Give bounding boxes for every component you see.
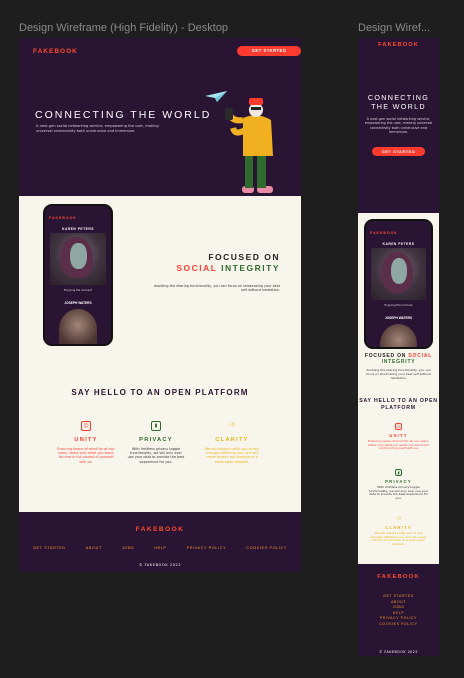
pillar-description: With limitless privacy toggle functional… <box>368 485 429 501</box>
mobile-feature-title: FOCUSED ON SOCIAL INTEGRITY <box>358 353 439 365</box>
hero-subtitle: A next-gen social networking service, em… <box>36 124 159 133</box>
footer-link-cookies-policy[interactable]: COOKIES POLICY <box>379 622 417 626</box>
profile-photo <box>371 248 426 300</box>
footer-link-privacy-policy[interactable]: PRIVACY POLICY <box>187 546 227 550</box>
footer-link-get-started[interactable]: GET STARTED <box>383 594 414 598</box>
mobile-platform-section: SAY HELLO TO AN OPEN PLATFORM ☺ UNITY En… <box>358 388 439 564</box>
footer-link-help[interactable]: HELP <box>393 611 405 615</box>
platform-section: SAY HELLO TO AN OPEN PLATFORM ☺ UNITY En… <box>19 358 301 512</box>
mobile-platform-title: SAY HELLO TO AN OPEN PLATFORM <box>359 398 438 411</box>
desktop-frame[interactable]: FAKEBOOK GET STARTED CONNECTING THE WORL… <box>19 38 301 572</box>
phone-profile-name: KAREN PETERS <box>62 227 94 231</box>
mobile-copyright: © FAKEBOOK 2022 <box>379 650 418 654</box>
feature-title-integrity: INTEGRITY <box>381 359 416 365</box>
mobile-hero-title: CONNECTING THE WORLD <box>367 93 430 111</box>
footer-link-about[interactable]: ABOUT <box>86 546 102 550</box>
lock-square-icon: ▮ <box>151 421 161 431</box>
phone-profile-name: KAREN PETERS <box>382 242 415 246</box>
hero-title: CONNECTING THE WORLD <box>35 109 212 121</box>
pillar-description: We will always notify you of any changes… <box>370 531 427 547</box>
mobile-feature-section: FAKEBOOK KAREN PETERS Enjoying the momen… <box>358 213 439 388</box>
phone-post-caption: Enjoying the moment <box>64 289 92 292</box>
feature-title-line1: FOCUSED ON <box>208 252 280 262</box>
footer-link-jobs[interactable]: JOBS <box>122 546 134 550</box>
mobile-frame[interactable]: FAKEBOOK CONNECTING THE WORLD A next-gen… <box>358 38 439 656</box>
mobile-phone-mockup: FAKEBOOK KAREN PETERS Enjoying the momen… <box>364 219 433 349</box>
pillar-privacy: ▮ PRIVACY With limitless privacy toggle … <box>127 421 185 464</box>
phone-second-profile-name: JOSEPH WATERS <box>384 316 413 320</box>
footer-link-privacy-policy[interactable]: PRIVACY POLICY <box>380 616 417 620</box>
mobile-hero-section: FAKEBOOK CONNECTING THE WORLD A next-gen… <box>358 38 439 213</box>
phone-second-profile-name: JOSEPH WATERS <box>64 301 92 305</box>
feature-section: FAKEBOOK KAREN PETERS Enjoying the momen… <box>19 196 301 358</box>
pillar-description: Ensuring peace of mind for all our users… <box>57 447 115 464</box>
desktop-frame-label[interactable]: Design Wireframe (High Fidelity) - Deskt… <box>19 22 228 34</box>
pillar-title: CLARITY <box>385 525 412 530</box>
footer-link-jobs[interactable]: JOBS <box>393 605 405 609</box>
get-started-button[interactable]: GET STARTED <box>237 46 301 56</box>
mobile-feature-description: Avoiding the sharing functionality, you … <box>366 368 431 380</box>
mobile-footer: FAKEBOOK GET STARTED ABOUT JOBS HELP PRI… <box>358 564 439 656</box>
footer: FAKEBOOK GET STARTED ABOUT JOBS HELP PRI… <box>19 512 301 572</box>
smile-square-icon: ☺ <box>81 421 91 431</box>
platform-title: SAY HELLO TO AN OPEN PLATFORM <box>71 388 249 397</box>
lock-square-icon: ▮ <box>395 469 402 476</box>
copyright: © FAKEBOOK 2022 <box>138 563 182 567</box>
mobile-pillar-unity: ☺ UNITY Ensuring peace of mind for all o… <box>368 423 429 451</box>
footer-logo[interactable]: FAKEBOOK <box>19 526 301 533</box>
second-profile-photo <box>380 324 417 347</box>
footer-link-cookies-policy[interactable]: COOKIES POLICY <box>246 546 287 550</box>
header-logo[interactable]: FAKEBOOK <box>33 48 78 55</box>
pillar-description: With limitless privacy toggle functional… <box>127 447 185 464</box>
feature-title: FOCUSED ON SOCIAL INTEGRITY <box>176 252 280 274</box>
mobile-hero-subtitle: A next-gen social networking service, em… <box>364 117 433 135</box>
pillar-title: UNITY <box>389 433 408 438</box>
pillar-description: Ensuring peace of mind for all our users… <box>368 439 430 451</box>
megaphone-icon: ◁) <box>396 515 401 520</box>
phone-app-logo: FAKEBOOK <box>49 216 77 220</box>
hero-section: FAKEBOOK GET STARTED CONNECTING THE WORL… <box>19 38 301 196</box>
pillar-title: PRIVACY <box>385 479 412 484</box>
feature-title-social: SOCIAL <box>176 263 218 273</box>
pillar-title: PRIVACY <box>139 437 173 443</box>
footer-link-get-started[interactable]: GET STARTED <box>33 546 66 550</box>
mobile-pillar-privacy: ▮ PRIVACY With limitless privacy toggle … <box>368 469 429 501</box>
pillar-title: UNITY <box>74 437 98 443</box>
pillar-title: CLARITY <box>215 437 249 443</box>
feature-description: Avoiding the sharing functionality, you … <box>153 284 280 293</box>
pillar-clarity: ◁) CLARITY We will always notify you of … <box>203 421 261 464</box>
footer-link-help[interactable]: HELP <box>154 546 166 550</box>
mobile-footer-logo[interactable]: FAKEBOOK <box>358 574 439 580</box>
smile-square-icon: ☺ <box>395 423 402 430</box>
person-paper-plane-illustration <box>205 91 273 193</box>
mobile-footer-nav: GET STARTED ABOUT JOBS HELP PRIVACY POLI… <box>358 594 439 626</box>
profile-photo <box>50 233 106 285</box>
mobile-header-logo[interactable]: FAKEBOOK <box>358 42 439 48</box>
mobile-frame-label[interactable]: Design Wiref... <box>358 22 430 34</box>
feature-title-integrity: INTEGRITY <box>221 263 280 273</box>
pillar-description: We will always notify you of any changes… <box>204 447 260 464</box>
second-profile-photo <box>59 309 97 344</box>
phone-mockup: FAKEBOOK KAREN PETERS Enjoying the momen… <box>43 204 113 346</box>
phone-post-caption: Enjoying the moment <box>384 304 413 307</box>
pillar-unity: ☺ UNITY Ensuring peace of mind for all o… <box>57 421 115 464</box>
footer-link-about[interactable]: ABOUT <box>391 600 406 604</box>
phone-app-logo: FAKEBOOK <box>370 231 398 235</box>
mobile-pillar-clarity: ◁) CLARITY We will always notify you of … <box>368 515 429 547</box>
footer-nav: GET STARTED ABOUT JOBS HELP PRIVACY POLI… <box>33 546 287 550</box>
mobile-get-started-button[interactable]: GET STARTED <box>372 147 425 156</box>
megaphone-icon: ◁) <box>229 422 235 428</box>
